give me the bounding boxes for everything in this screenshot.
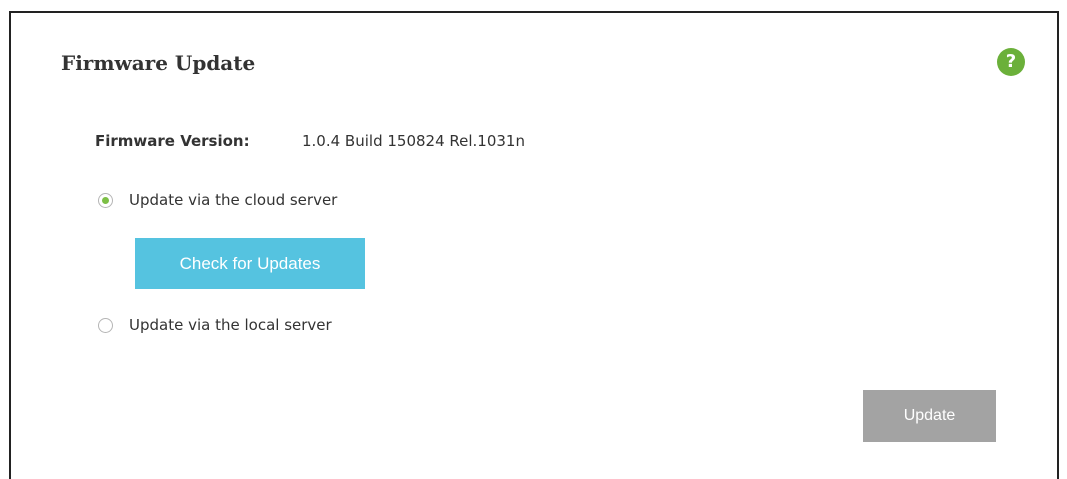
- firmware-update-page: Firmware Update ? Firmware Version: 1.0.…: [0, 0, 1067, 479]
- help-icon[interactable]: ?: [997, 48, 1025, 76]
- check-for-updates-button[interactable]: Check for Updates: [135, 238, 365, 289]
- local-server-radio[interactable]: [98, 317, 113, 333]
- local-server-option[interactable]: Update via the local server: [98, 316, 332, 334]
- update-button[interactable]: Update: [863, 390, 996, 442]
- firmware-version-value: 1.0.4 Build 150824 Rel.1031n: [302, 132, 525, 150]
- cloud-server-radio[interactable]: [98, 192, 113, 208]
- page-title: Firmware Update: [61, 51, 256, 75]
- cloud-server-option[interactable]: Update via the cloud server: [98, 191, 337, 209]
- cloud-server-label[interactable]: Update via the cloud server: [129, 191, 337, 209]
- local-server-label[interactable]: Update via the local server: [129, 316, 332, 334]
- firmware-update-panel: Firmware Update ? Firmware Version: 1.0.…: [9, 11, 1059, 479]
- firmware-version-label: Firmware Version:: [95, 132, 250, 150]
